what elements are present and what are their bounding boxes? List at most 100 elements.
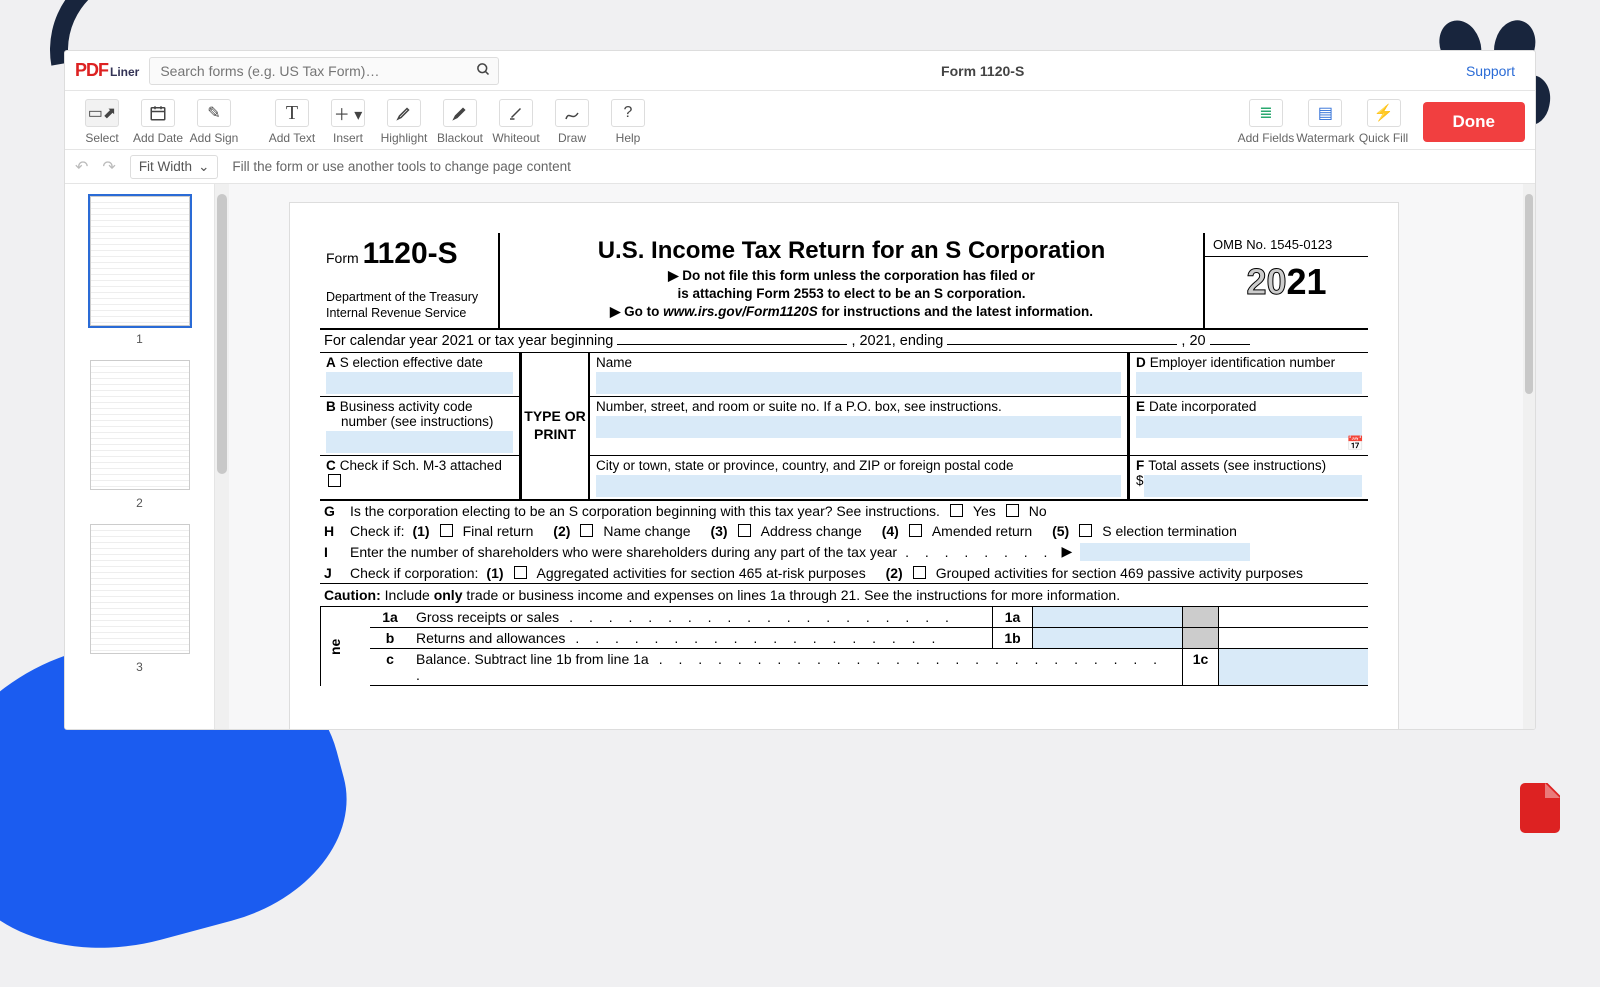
no-label: No <box>1029 503 1047 519</box>
checkbox-H5[interactable] <box>1079 524 1092 537</box>
tool-label: Help <box>616 131 641 145</box>
checkbox-C[interactable] <box>328 474 341 487</box>
whiteout-icon <box>499 99 533 127</box>
calendar-icon[interactable]: 📅 <box>1347 435 1364 452</box>
page-thumb-1[interactable] <box>90 196 190 326</box>
empty-cell <box>1218 607 1368 628</box>
field-tax-year-end-yy[interactable] <box>1210 344 1250 345</box>
tool-add-text[interactable]: T Add Text <box>265 99 319 145</box>
thumbnail-panel: 1 2 3 <box>65 184 215 729</box>
cal-text: For calendar year 2021 or tax year begin… <box>324 333 613 349</box>
H3-label: Address change <box>761 523 862 539</box>
field-1c[interactable] <box>1218 649 1368 686</box>
checkbox-H4[interactable] <box>909 524 922 537</box>
tool-highlight[interactable]: Highlight <box>377 99 431 145</box>
tool-add-sign[interactable]: ✎ Add Sign <box>187 99 241 145</box>
doc-scrollbar[interactable] <box>1523 184 1535 729</box>
undo-button[interactable]: ↶ <box>75 157 88 177</box>
tool-select[interactable]: ▭⬈ Select <box>75 99 129 145</box>
form-label: Form <box>326 250 359 266</box>
field-name[interactable] <box>596 372 1121 394</box>
tool-add-fields[interactable]: ≣ Add Fields <box>1238 99 1295 145</box>
checkbox-J2[interactable] <box>913 566 926 579</box>
thumb-label: 2 <box>73 496 206 510</box>
field-1a[interactable] <box>1032 607 1182 628</box>
field-A[interactable] <box>326 372 513 394</box>
field-addr2[interactable] <box>596 475 1121 497</box>
checkbox-H3[interactable] <box>738 524 751 537</box>
support-link[interactable]: Support <box>1466 63 1515 79</box>
shaded-cell <box>1182 628 1218 649</box>
label-addr2: City or town, state or province, country… <box>596 458 1121 473</box>
checkbox-G-yes[interactable] <box>950 504 963 517</box>
field-tax-year-end[interactable] <box>947 344 1177 345</box>
section-side-label: ne <box>320 607 370 686</box>
tool-quick-fill[interactable]: ⚡ Quick Fill <box>1357 99 1411 145</box>
done-button[interactable]: Done <box>1423 102 1526 142</box>
tool-label: Draw <box>558 131 586 145</box>
type-or-print: TYPE OR PRINT <box>520 353 590 499</box>
label-name: Name <box>596 355 1121 370</box>
tool-help[interactable]: ? Help <box>601 99 655 145</box>
field-addr1[interactable] <box>596 416 1121 438</box>
row-text: Balance. Subtract line 1b from line 1a. … <box>410 649 1182 686</box>
scrollbar-handle[interactable] <box>217 194 227 474</box>
redo-button[interactable]: ↷ <box>102 157 115 177</box>
field-E[interactable] <box>1136 416 1362 438</box>
label-F: Total assets (see instructions) <box>1148 458 1326 473</box>
logo-text-pdf: PDF <box>75 60 108 81</box>
document-viewport[interactable]: Form 1120-S Department of the Treasury I… <box>229 184 1523 729</box>
form-header: Form 1120-S Department of the Treasury I… <box>320 233 1368 330</box>
dollar-prefix: $ <box>1136 473 1144 497</box>
calendar-icon <box>141 99 175 127</box>
tool-label: Select <box>85 131 118 145</box>
label-B: Business activity code <box>340 399 473 414</box>
year-suffix: 21 <box>1287 261 1327 302</box>
tool-label: Whiteout <box>492 131 539 145</box>
field-D[interactable] <box>1136 372 1362 394</box>
form-number-value: 1120-S <box>363 237 458 270</box>
tool-insert[interactable]: ＋ ▾ Insert <box>321 99 375 145</box>
search-input-wrap <box>149 57 499 85</box>
tool-whiteout[interactable]: Whiteout <box>489 99 543 145</box>
checkbox-G-no[interactable] <box>1006 504 1019 517</box>
checkbox-J1[interactable] <box>514 566 527 579</box>
scrollbar-handle[interactable] <box>1525 194 1533 394</box>
checkbox-H1[interactable] <box>440 524 453 537</box>
topbar: PDF Liner Form 1120-S Support <box>65 51 1535 91</box>
caution-only: only <box>434 587 463 603</box>
text-J: Check if corporation: <box>350 565 478 581</box>
zoom-select[interactable]: Fit Width ⌄ <box>130 155 219 179</box>
tool-draw[interactable]: Draw <box>545 99 599 145</box>
checkbox-H2[interactable] <box>580 524 593 537</box>
field-1b[interactable] <box>1032 628 1182 649</box>
text-icon: T <box>275 99 309 127</box>
tool-blackout[interactable]: Blackout <box>433 99 487 145</box>
omb-number: OMB No. 1545-0123 <box>1205 233 1368 257</box>
note-url: www.irs.gov/Form1120S <box>663 304 818 319</box>
triangle-icon <box>668 268 682 283</box>
field-I[interactable] <box>1080 543 1250 561</box>
col-num: 1a <box>992 607 1032 628</box>
form-notes: Do not file this form unless the corpora… <box>506 267 1197 322</box>
hnum: (5) <box>1052 523 1069 539</box>
field-F[interactable] <box>1144 475 1362 497</box>
tool-watermark[interactable]: ▤ Watermark <box>1296 99 1354 145</box>
search-input[interactable] <box>149 57 499 85</box>
blackout-icon <box>443 99 477 127</box>
hnum: (4) <box>882 523 899 539</box>
tool-label: Add Date <box>133 131 183 145</box>
note-line: for instructions and the latest informat… <box>818 304 1093 319</box>
entity-info-grid: AS election effective date TYPE OR PRINT… <box>320 353 1368 501</box>
search-icon[interactable] <box>476 62 491 81</box>
tool-add-date[interactable]: Add Date <box>131 99 185 145</box>
field-tax-year-begin[interactable] <box>617 344 847 345</box>
thumb-scrollbar[interactable] <box>215 184 229 729</box>
field-B[interactable] <box>326 431 513 453</box>
page-thumb-2[interactable] <box>90 360 190 490</box>
watermark-icon: ▤ <box>1308 99 1342 127</box>
page-thumb-3[interactable] <box>90 524 190 654</box>
label-C: Check if Sch. M-3 attached <box>340 458 502 473</box>
app-logo[interactable]: PDF Liner <box>75 60 139 81</box>
tool-label: Blackout <box>437 131 483 145</box>
